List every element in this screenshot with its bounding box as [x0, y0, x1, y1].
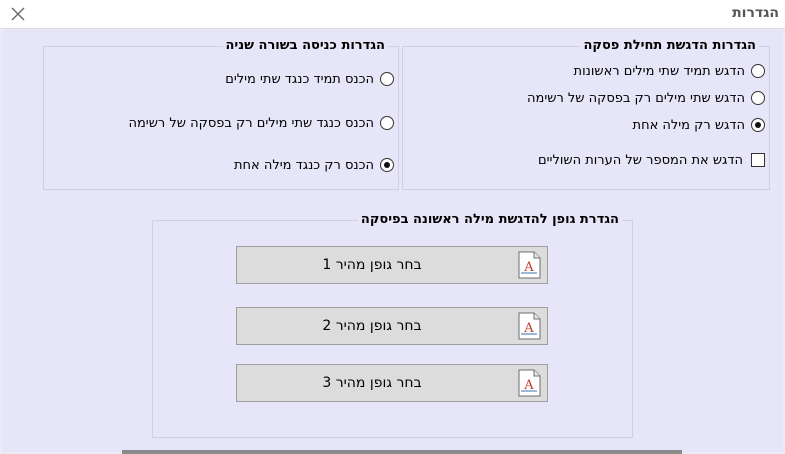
- highlight-settings-group: הגדרות הדגשת תחילת פסקה הדגש תמיד שתי מי…: [402, 38, 770, 190]
- checkbox[interactable]: [751, 153, 765, 167]
- button-label: בחר גופן מהיר 1: [322, 257, 422, 273]
- svg-text:A: A: [523, 260, 534, 275]
- highlight-group-title: הגדרות הדגשת תחילת פסקה: [580, 38, 759, 53]
- font-file-icon: A: [518, 251, 541, 279]
- svg-text:A: A: [523, 321, 534, 336]
- window-title: הגדרות: [732, 5, 779, 21]
- button-label: בחר גופן מהיר 3: [322, 375, 422, 391]
- svg-text:A: A: [523, 378, 534, 393]
- radio-button[interactable]: [751, 64, 765, 78]
- font-settings-group: הגדרת גופן להדגשת מילה ראשונה בפיסקה בחר…: [152, 212, 633, 438]
- highlight-footnote-number-checkbox[interactable]: הדגש את המספר של הערות השוליים: [538, 150, 765, 170]
- button-label: בחר גופן מהיר 2: [322, 318, 422, 334]
- highlight-two-words-list-option[interactable]: הדגש שתי מילים רק בפסקה של רשימה: [527, 88, 765, 108]
- checkbox-label: הדגש את המספר של הערות השוליים: [538, 152, 743, 168]
- radio-button[interactable]: [751, 91, 765, 105]
- option-label: הכנס תמיד כנגד שתי מילים: [225, 71, 374, 87]
- option-label: הכנס רק כנגד מילה אחת: [234, 157, 374, 173]
- indent-settings-group: הגדרות כניסה בשורה שניה הכנס תמיד כנגד ש…: [43, 38, 399, 190]
- radio-button[interactable]: [380, 116, 394, 130]
- dialog-body: הגדרות הדגשת תחילת פסקה הדגש תמיד שתי מי…: [2, 29, 783, 452]
- font-file-icon: A: [518, 312, 541, 340]
- window-shadow: [122, 450, 682, 454]
- option-label: הדגש תמיד שתי מילים ראשונות: [573, 63, 745, 79]
- font-file-icon: A: [518, 369, 541, 397]
- indent-two-words-always-option[interactable]: הכנס תמיד כנגד שתי מילים: [225, 69, 394, 89]
- option-label: הכנס כנגד שתי מילים רק בפסקה של רשימה: [128, 115, 374, 131]
- radio-button-selected[interactable]: [380, 158, 394, 172]
- indent-group-title: הגדרות כניסה בשורה שניה: [222, 38, 388, 53]
- quick-font-button-2[interactable]: בחר גופן מהיר 2 A: [236, 307, 548, 345]
- option-label: הדגש שתי מילים רק בפסקה של רשימה: [527, 90, 745, 106]
- font-group-title: הגדרת גופן להדגשת מילה ראשונה בפיסקה: [357, 212, 622, 227]
- title-bar: הגדרות: [0, 0, 785, 29]
- indent-one-word-option[interactable]: הכנס רק כנגד מילה אחת: [234, 155, 394, 175]
- highlight-one-word-option[interactable]: הדגש רק מילה אחת: [633, 115, 765, 135]
- indent-two-words-list-option[interactable]: הכנס כנגד שתי מילים רק בפסקה של רשימה: [128, 113, 394, 133]
- highlight-two-words-always-option[interactable]: הדגש תמיד שתי מילים ראשונות: [574, 61, 765, 81]
- option-label: הדגש רק מילה אחת: [632, 117, 745, 133]
- close-icon[interactable]: [7, 3, 29, 25]
- radio-button-selected[interactable]: [751, 118, 765, 132]
- quick-font-button-1[interactable]: בחר גופן מהיר 1 A: [236, 246, 548, 284]
- quick-font-button-3[interactable]: בחר גופן מהיר 3 A: [236, 364, 548, 402]
- radio-button[interactable]: [380, 72, 394, 86]
